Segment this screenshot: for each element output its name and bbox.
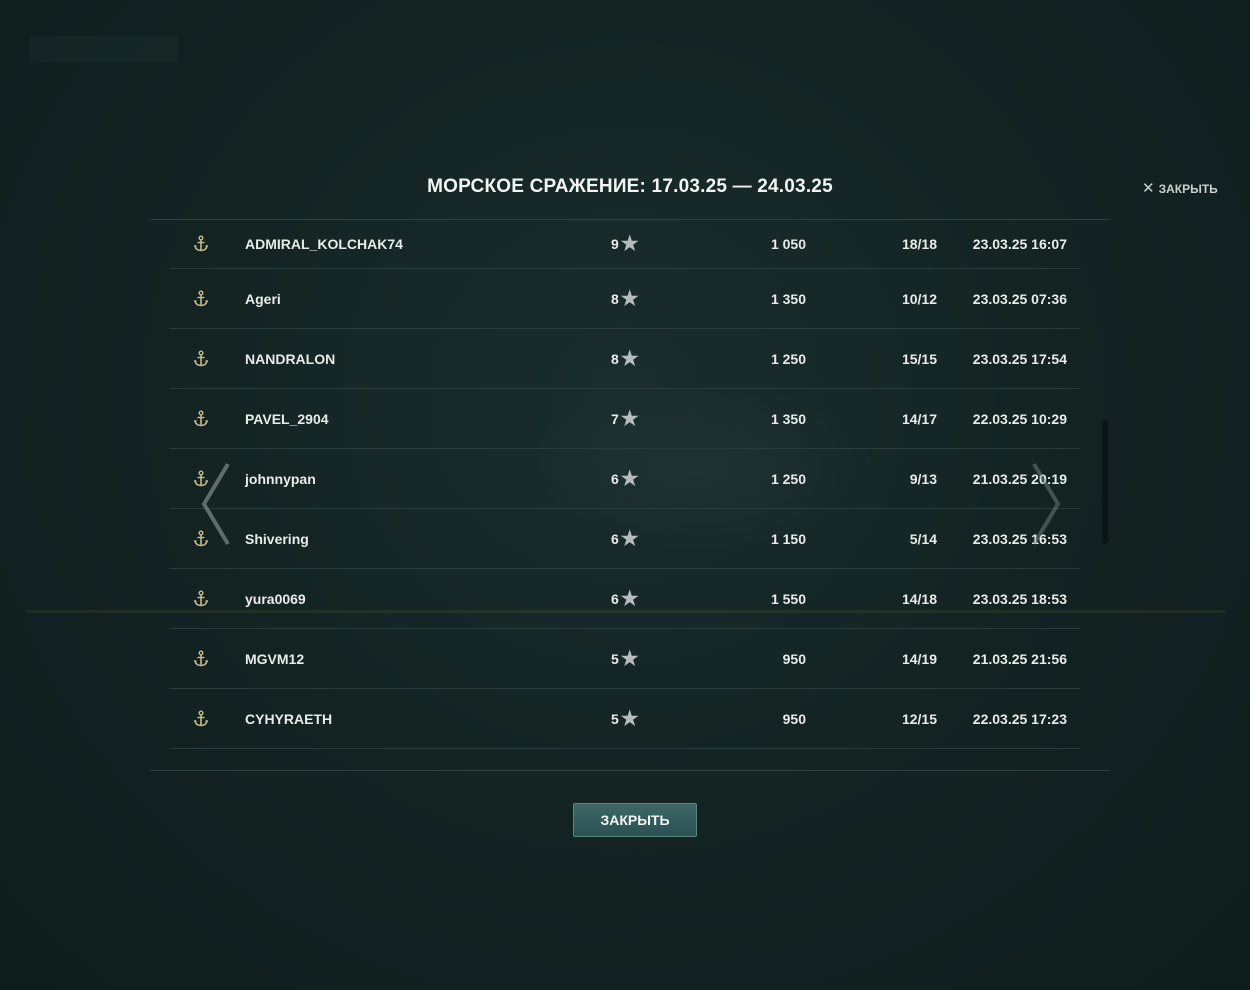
player-name: NANDRALON	[245, 350, 336, 367]
rank-value: 8 ★	[611, 287, 639, 310]
date-value: 23.03.25 17:54	[972, 350, 1067, 367]
rank-value: 5 ★	[611, 647, 639, 670]
rank-number: 6	[611, 470, 619, 487]
battles-value: 5/14	[909, 530, 937, 547]
player-name: PAVEL_2904	[245, 410, 329, 427]
rank-number: 8	[611, 350, 619, 367]
score-value: 1 250	[770, 350, 806, 367]
anchor-icon	[192, 350, 210, 368]
player-name: ADMIRAL_KOLCHAK74	[245, 236, 403, 252]
rank-value: 9 ★	[611, 233, 639, 255]
battles-value: 14/18	[901, 590, 937, 607]
star-icon: ★	[620, 707, 639, 730]
close-top-button[interactable]: ✕ ЗАКРЫТЬ	[1142, 180, 1218, 197]
player-name: CYHYRAETH	[245, 710, 333, 727]
player-name: johnnypan	[245, 470, 316, 487]
rank-value: 7 ★	[611, 407, 639, 430]
close-button[interactable]: ЗАКРЫТЬ	[573, 803, 697, 837]
star-icon: ★	[620, 647, 639, 670]
star-icon: ★	[620, 467, 639, 490]
modal-title: МОРСКОЕ СРАЖЕНИЕ: 17.03.25 — 24.03.25	[427, 176, 833, 197]
rank-value: 5 ★	[611, 707, 639, 730]
table-row[interactable]: PAVEL_2904 7 ★ 1 350 14/17 22.03.25 10:29	[170, 389, 1080, 449]
rank-number: 6	[611, 590, 619, 607]
anchor-icon	[192, 710, 210, 728]
anchor-icon	[192, 650, 210, 668]
battles-value: 10/12	[901, 290, 937, 307]
table-row[interactable]: johnnypan 6 ★ 1 250 9/13 21.03.25 20:19	[170, 449, 1080, 509]
star-icon: ★	[620, 233, 639, 255]
score-value: 1 350	[770, 410, 806, 427]
score-value: 1 050	[770, 236, 806, 252]
next-arrow-button[interactable]	[1030, 462, 1064, 546]
scrollbar-thumb[interactable]	[1102, 420, 1108, 544]
player-name: Shivering	[245, 530, 309, 547]
chevron-left-icon	[201, 462, 230, 546]
player-name: yura0069	[245, 590, 306, 607]
anchor-icon	[192, 590, 210, 608]
star-icon: ★	[620, 587, 639, 610]
score-value: 1 150	[770, 530, 806, 547]
date-value: 21.03.25 21:56	[972, 650, 1067, 667]
score-value: 950	[782, 650, 806, 667]
score-value: 1 250	[770, 470, 806, 487]
results-list[interactable]: ADMIRAL_KOLCHAK74 9 ★ 1 050 18/18 23.03.25 16…	[170, 220, 1080, 769]
table-row[interactable]: ADMIRAL_KOLCHAK74 9 ★ 1 050 18/18 23.03.25 16…	[170, 220, 1080, 269]
star-icon: ★	[620, 407, 639, 430]
battles-value: 14/19	[901, 650, 937, 667]
table-row[interactable]: Shivering 6 ★ 1 150 5/14 23.03.25 16:53	[170, 509, 1080, 569]
rank-value: 6 ★	[611, 527, 639, 550]
rank-number: 9	[611, 236, 619, 252]
table-row[interactable]: Ageri 8 ★ 1 350 10/12 23.03.25 07:36	[170, 269, 1080, 329]
date-value: 23.03.25 07:36	[972, 290, 1067, 307]
rank-number: 6	[611, 530, 619, 547]
rank-value: 6 ★	[611, 467, 639, 490]
date-value: 22.03.25 17:23	[972, 710, 1067, 727]
anchor-icon	[192, 235, 210, 253]
rank-value: 6 ★	[611, 587, 639, 610]
chevron-right-icon	[1032, 462, 1061, 546]
close-icon: ✕	[1142, 180, 1155, 197]
rank-value: 8 ★	[611, 347, 639, 370]
rank-number: 5	[611, 650, 619, 667]
background-tab	[188, 36, 324, 62]
anchor-icon	[192, 410, 210, 428]
rank-number: 7	[611, 410, 619, 427]
player-name: Ageri	[245, 290, 281, 307]
date-value: 23.03.25 18:53	[972, 590, 1067, 607]
table-row[interactable]: yura0069 6 ★ 1 550 14/18 23.03.25 18:53	[170, 569, 1080, 629]
table-row[interactable]: MGVM12 5 ★ 950 14/19 21.03.25 21:56	[170, 629, 1080, 689]
star-icon: ★	[620, 347, 639, 370]
clan-battle-results-screen: МОРСКОЕ СРАЖЕНИЕ: 17.03.25 — 24.03.25 ✕ …	[0, 0, 1250, 990]
battles-value: 18/18	[901, 236, 937, 252]
table-row[interactable]: CYHYRAETH 5 ★ 950 12/15 22.03.25 17:23	[170, 689, 1080, 749]
date-value: 22.03.25 10:29	[972, 410, 1067, 427]
score-value: 1 350	[770, 290, 806, 307]
player-name: MGVM12	[245, 650, 305, 667]
score-value: 1 550	[770, 590, 806, 607]
battles-value: 14/17	[901, 410, 937, 427]
background-tab	[322, 36, 408, 62]
battles-value: 9/13	[909, 470, 937, 487]
battles-value: 12/15	[901, 710, 937, 727]
rank-number: 5	[611, 710, 619, 727]
star-icon: ★	[620, 287, 639, 310]
table-row[interactable]: NANDRALON 8 ★ 1 250 15/15 23.03.25 17:54	[170, 329, 1080, 389]
star-icon: ★	[620, 527, 639, 550]
anchor-icon	[192, 290, 210, 308]
battles-value: 15/15	[901, 350, 937, 367]
rank-number: 8	[611, 290, 619, 307]
date-value: 23.03.25 16:07	[972, 236, 1067, 252]
background-tab	[30, 36, 178, 62]
previous-arrow-button[interactable]	[198, 462, 232, 546]
close-top-label: ЗАКРЫТЬ	[1158, 182, 1218, 196]
score-value: 950	[782, 710, 806, 727]
table-divider-bottom	[150, 770, 1110, 771]
